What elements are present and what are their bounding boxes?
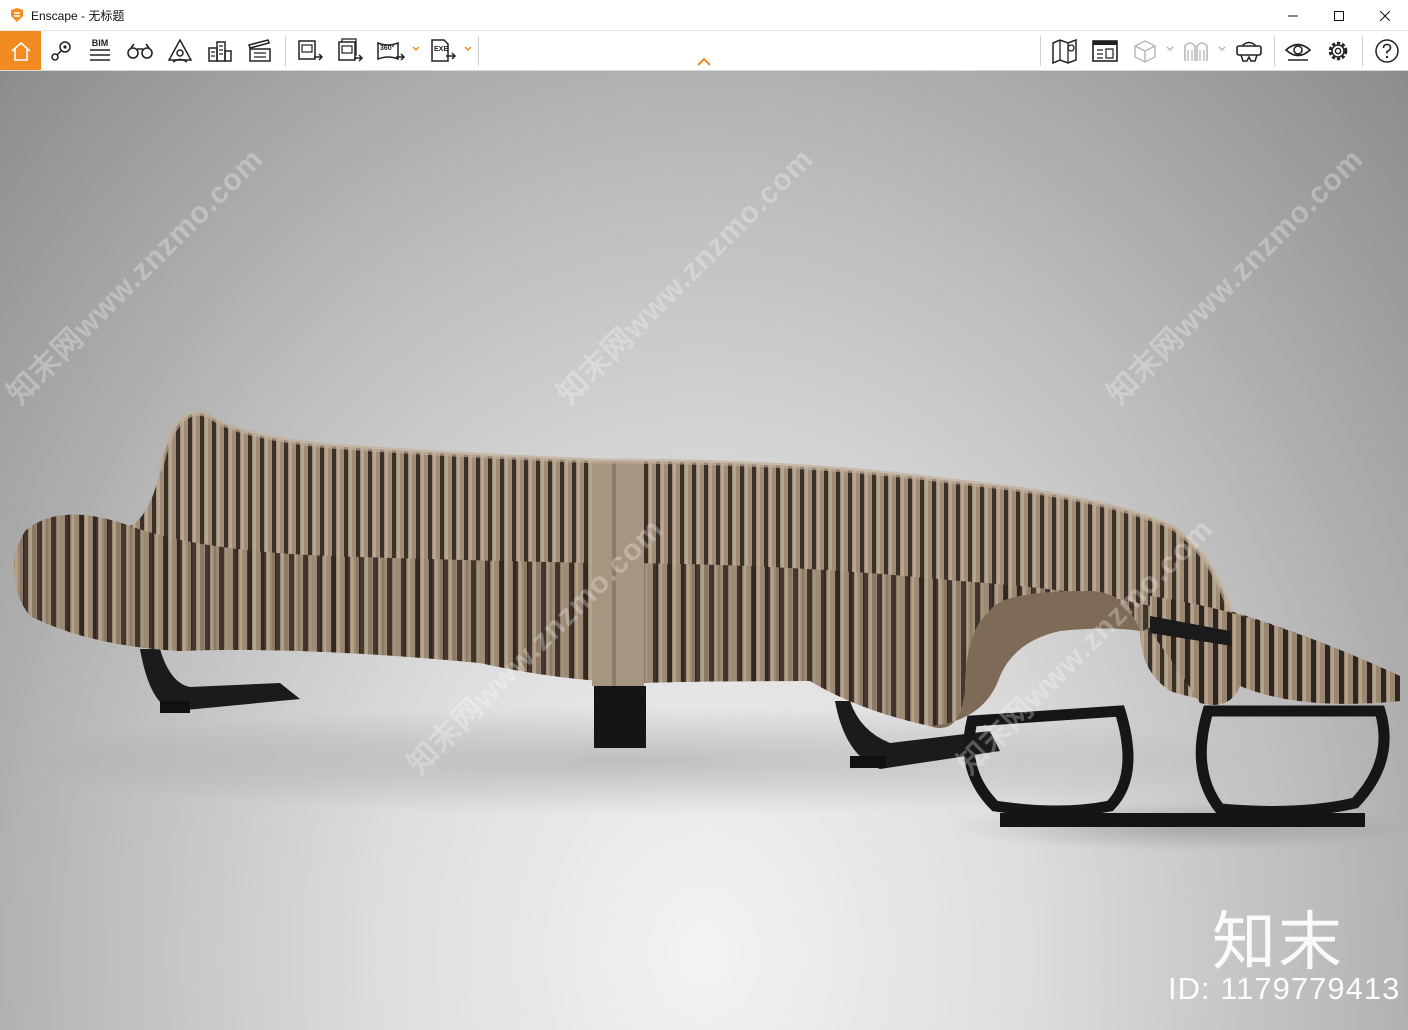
bim-label: BIM [91, 37, 109, 48]
toolbar-separator [1040, 36, 1041, 66]
asset-id-label: ID: 1179779413 [1168, 971, 1401, 1006]
brand-watermark-logo: 知末 [1212, 906, 1344, 980]
video-editor-button[interactable] [244, 31, 276, 70]
minimize-icon [1288, 15, 1298, 16]
chevron-down-icon[interactable] [411, 43, 421, 53]
arches-icon [1184, 41, 1208, 61]
bim-button[interactable]: BIM [84, 31, 116, 70]
chevron-down-icon[interactable] [1165, 43, 1175, 53]
exe-export-button[interactable]: EXE [426, 31, 460, 70]
light-view-icon [167, 37, 193, 63]
map-button[interactable] [1049, 31, 1081, 70]
chevron-down-icon[interactable] [1217, 43, 1227, 53]
help-icon [1375, 38, 1399, 63]
eye-visual-icon [1284, 43, 1312, 61]
location-pin-icon [51, 40, 71, 61]
batch-export-icon [338, 37, 364, 62]
title-bar: Enscape - 无标题 [0, 0, 1408, 31]
visual-settings-button[interactable] [1282, 31, 1314, 70]
close-icon [1380, 10, 1390, 21]
views-button[interactable] [124, 31, 156, 70]
buildings-icon [208, 40, 232, 62]
home-button[interactable] [0, 31, 41, 70]
window-title: Enscape - 无标题 [31, 8, 125, 23]
light-view-button[interactable] [164, 31, 196, 70]
binoculars-icon [127, 43, 153, 59]
panorama-button[interactable]: 360° [374, 31, 408, 70]
help-button[interactable] [1371, 31, 1403, 70]
asset-library-button[interactable] [1089, 31, 1121, 70]
enscape-logo-icon [11, 8, 23, 22]
clapper-icon [248, 38, 271, 62]
maximize-button[interactable] [1316, 0, 1362, 31]
render-viewport[interactable]: 知末网www.znzmo.com 知末网www.znzmo.com 知末网www… [0, 71, 1408, 1030]
view-cube-button[interactable] [1129, 31, 1161, 70]
exe-label: EXE [434, 45, 449, 53]
vr-headset-icon [1236, 41, 1262, 62]
map-icon [1052, 38, 1077, 64]
pano-label: 360° [380, 44, 395, 52]
arches-button[interactable] [1180, 31, 1212, 70]
chevron-down-icon[interactable] [463, 43, 473, 53]
settings-button[interactable] [1322, 31, 1354, 70]
toolbar-separator [1362, 36, 1363, 66]
maximize-icon [1334, 10, 1344, 21]
toolbar-separator [1274, 36, 1275, 66]
location-button[interactable] [46, 31, 78, 70]
panorama-360-icon: 360° [376, 39, 406, 63]
home-icon [10, 41, 31, 61]
close-button[interactable] [1362, 0, 1408, 31]
vr-headset-button[interactable] [1232, 31, 1266, 70]
buildings-button[interactable] [204, 31, 236, 70]
exe-export-icon: EXE [428, 38, 458, 64]
settings-icon [1328, 41, 1348, 60]
bim-icon [90, 48, 110, 61]
view-cube-icon [1134, 39, 1156, 63]
screenshot-export-icon [298, 39, 324, 61]
collapse-toolbar-chevron-icon[interactable] [695, 56, 713, 68]
screenshot-export-button[interactable] [294, 31, 326, 70]
asset-library-icon [1092, 39, 1118, 62]
minimize-button[interactable] [1270, 0, 1316, 31]
toolbar-separator [478, 36, 479, 66]
toolbar-separator [285, 36, 286, 66]
batch-export-button[interactable] [334, 31, 366, 70]
